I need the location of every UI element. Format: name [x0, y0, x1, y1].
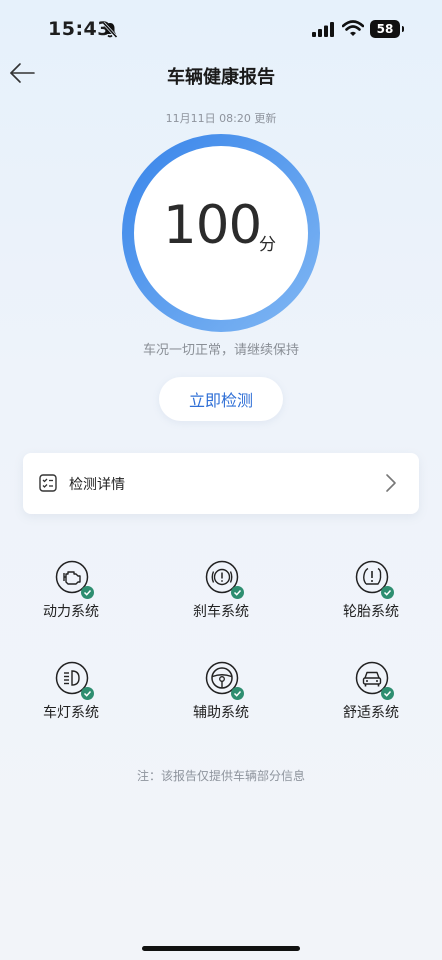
check-badge-icon [381, 586, 394, 599]
check-badge-icon [231, 687, 244, 700]
check-badge-icon [81, 687, 94, 700]
detection-details-row[interactable]: 检测详情 [23, 453, 419, 514]
system-label: 舒适系统 [343, 705, 399, 721]
system-item-lights[interactable]: 车灯系统 [11, 661, 131, 731]
system-item-assist[interactable]: 辅助系统 [161, 661, 281, 731]
page-title: 车辆健康报告 [167, 67, 275, 88]
system-label: 刹车系统 [193, 604, 249, 620]
cellular-signal-icon [312, 22, 334, 37]
system-label: 车灯系统 [43, 705, 99, 721]
battery-indicator: 58 [370, 20, 404, 38]
detection-details-label: 检测详情 [69, 477, 125, 493]
status-bar: 15:43 58 [0, 0, 442, 60]
check-badge-icon [381, 687, 394, 700]
health-score-unit: 分 [259, 235, 276, 255]
health-status-text: 车况一切正常，请继续保持 [142, 343, 299, 358]
bell-muted-icon [102, 21, 118, 39]
system-label: 辅助系统 [193, 705, 249, 721]
system-item-power[interactable]: 动力系统 [11, 560, 131, 630]
system-item-tire[interactable]: 轮胎系统 [311, 560, 431, 630]
check-badge-icon [231, 586, 244, 599]
detect-now-button[interactable]: 立即检测 [159, 377, 283, 421]
checklist-icon [39, 474, 57, 492]
check-badge-icon [81, 586, 94, 599]
system-label: 轮胎系统 [343, 604, 399, 620]
footer-note: 注：该报告仅提供车辆部分信息 [136, 769, 305, 783]
update-timestamp: 11月11日 08:20 更新 [165, 112, 277, 125]
system-item-comfort[interactable]: 舒适系统 [311, 661, 431, 731]
system-item-brake[interactable]: 刹车系统 [161, 560, 281, 630]
wifi-icon [342, 20, 364, 36]
system-label: 动力系统 [43, 604, 99, 620]
health-score: 100 [163, 195, 262, 256]
chevron-right-icon [386, 474, 396, 492]
home-indicator [142, 946, 300, 951]
